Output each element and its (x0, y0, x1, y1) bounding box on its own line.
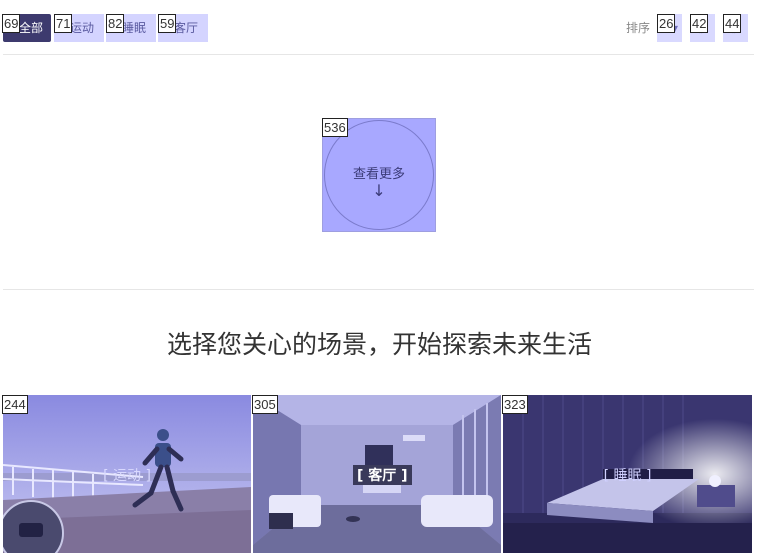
scene-label-sport: [ 运动 ] (103, 468, 151, 484)
arrow-down-icon: ↓ (372, 181, 386, 200)
section-divider (3, 289, 754, 290)
tab-all-label: 全部 (19, 21, 44, 35)
element-tag: 244 (2, 395, 28, 414)
element-tag: 323 (502, 395, 528, 414)
scenes-headline: 选择您关心的场景，开始探索未来生活 (166, 330, 592, 359)
element-tag: 82 (106, 14, 125, 33)
sort-label: 排序 (626, 21, 651, 35)
tab-sport-label: 运动 (70, 21, 95, 35)
element-tag: 44 (723, 14, 742, 33)
scene-card-sport[interactable]: [ 运动 ] (3, 395, 251, 553)
element-tag: 305 (252, 395, 278, 414)
element-tag: 59 (158, 14, 177, 33)
tab-sleep-label: 睡眠 (122, 21, 147, 35)
element-tag: 26 (657, 14, 676, 33)
element-tag: 536 (322, 118, 348, 137)
element-tag: 42 (690, 14, 709, 33)
scene-card-living-room[interactable]: [ 客厅 ] (253, 395, 501, 553)
scene-label-sleep: [ 睡眠 ] (603, 468, 652, 484)
scene-card-sleep[interactable]: [ 睡眠 ] (503, 395, 752, 553)
tab-living-room-label: 客厅 (174, 21, 199, 35)
load-more-label: 查看更多 (352, 167, 405, 182)
element-tag: 69 (2, 14, 21, 33)
top-divider (3, 54, 754, 55)
element-tag: 71 (54, 14, 73, 33)
scene-label-living-room: [ 客厅 ] (353, 465, 412, 485)
